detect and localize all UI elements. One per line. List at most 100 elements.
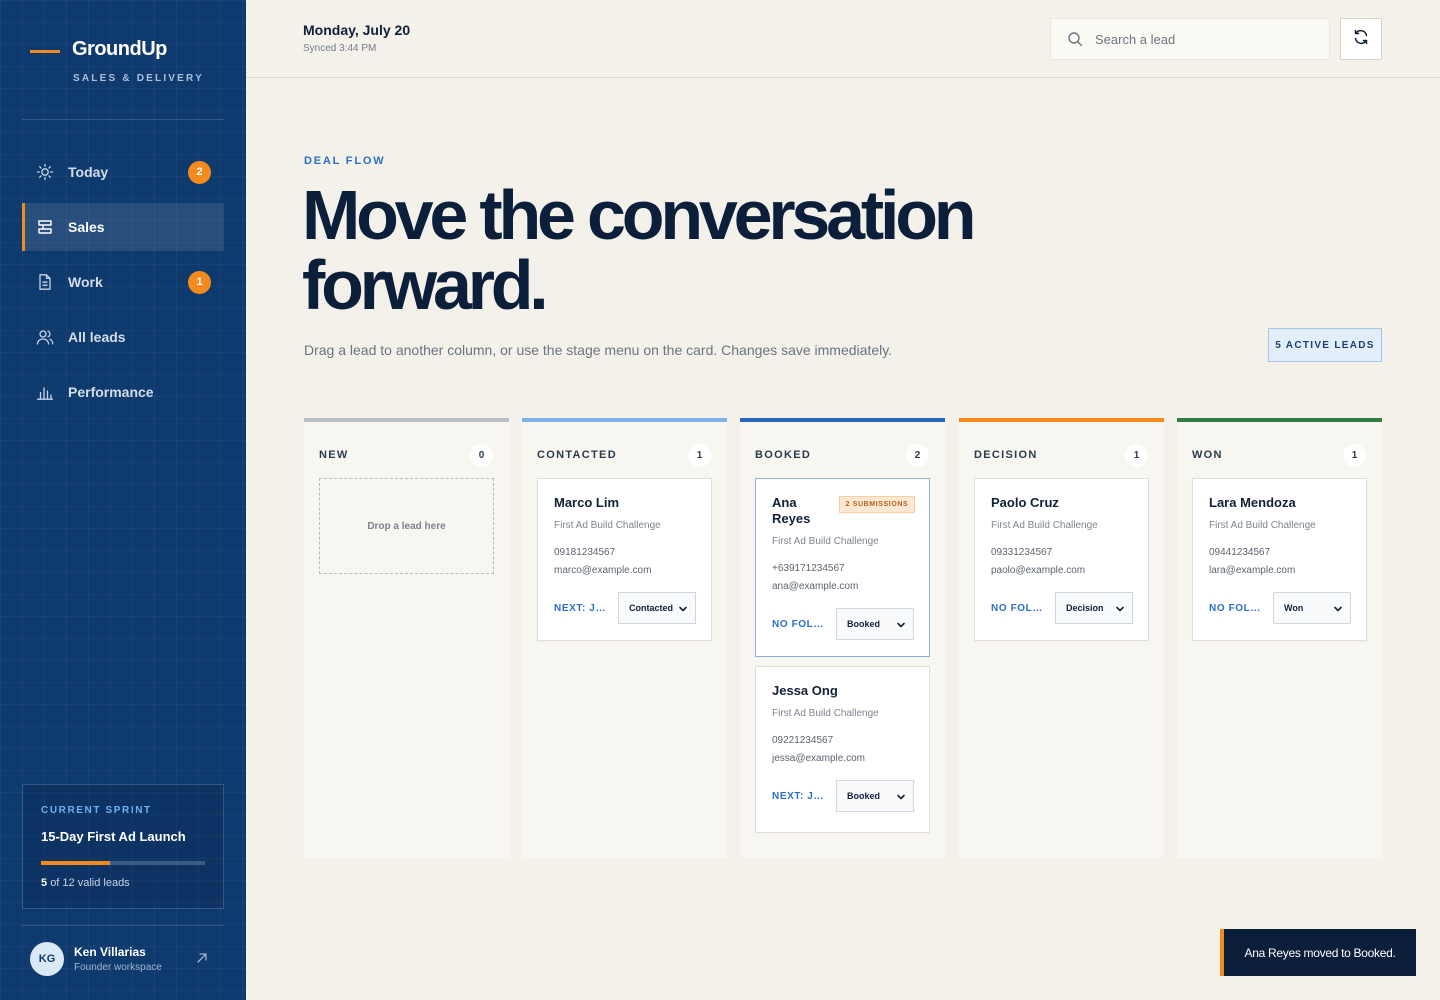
stage-select-value: Booked bbox=[847, 791, 881, 801]
column-booked: BOOKED 2 Ana Reyes 2 SUBMISSIONS First A… bbox=[740, 418, 945, 858]
sidebar-item-sales[interactable]: Sales bbox=[22, 203, 224, 251]
lead-email: lara@example.com bbox=[1209, 565, 1296, 576]
active-leads-badge: 5 ACTIVE LEADS bbox=[1268, 328, 1382, 362]
lead-email: ana@example.com bbox=[772, 581, 859, 592]
stage-select[interactable]: Booked bbox=[836, 608, 914, 640]
document-icon bbox=[36, 273, 54, 291]
lead-phone: +639171234567 bbox=[772, 563, 845, 574]
sidebar-item-work[interactable]: Work 1 bbox=[22, 258, 224, 306]
brand-name: GroundUp bbox=[72, 38, 167, 60]
sprint-progress-fill bbox=[41, 861, 110, 865]
top-bar: Monday, July 20 Synced 3:44 PM bbox=[246, 0, 1440, 78]
lead-card[interactable]: Jessa Ong First Ad Build Challenge 09221… bbox=[755, 666, 930, 833]
column-count: 2 bbox=[906, 444, 929, 467]
pipeline-icon bbox=[36, 218, 54, 236]
lead-program: First Ad Build Challenge bbox=[1209, 520, 1316, 531]
next-followup-link[interactable]: NO FOLLO... bbox=[772, 619, 830, 630]
chevron-down-icon bbox=[1116, 606, 1124, 612]
column-title: BOOKED bbox=[755, 449, 812, 461]
page-title: Move the conversation forward. bbox=[302, 176, 977, 324]
user-name: Ken Villarias bbox=[74, 945, 146, 959]
lead-program: First Ad Build Challenge bbox=[772, 536, 879, 547]
lead-phone: 09441234567 bbox=[1209, 547, 1271, 558]
sidebar-item-today[interactable]: Today 2 bbox=[22, 148, 224, 196]
brand-subtitle: SALES & DELIVERY bbox=[73, 73, 204, 84]
lead-program: First Ad Build Challenge bbox=[772, 708, 879, 719]
next-followup-link[interactable]: NEXT: JU... bbox=[772, 791, 830, 802]
lead-card[interactable]: Paolo Cruz First Ad Build Challenge 0933… bbox=[974, 478, 1149, 641]
sprint-title: 15-Day First Ad Launch bbox=[41, 829, 186, 844]
stage-select-value: Won bbox=[1284, 603, 1304, 613]
column-count: 1 bbox=[1125, 444, 1148, 467]
notification-badge: 2 bbox=[188, 160, 211, 184]
lead-program: First Ad Build Challenge bbox=[554, 520, 661, 531]
chevron-down-icon bbox=[897, 622, 905, 628]
sidebar-item-all-leads[interactable]: All leads bbox=[22, 313, 224, 361]
sidebar-item-label: Today bbox=[68, 164, 109, 180]
brand-accent-bar bbox=[30, 50, 60, 53]
page-description: Drag a lead to another column, or use th… bbox=[304, 342, 893, 358]
user-role: Founder workspace bbox=[74, 962, 162, 973]
lead-phone: 09181234567 bbox=[554, 547, 616, 558]
search-input[interactable] bbox=[1095, 19, 1315, 59]
chevron-down-icon bbox=[1334, 606, 1342, 612]
lead-email: jessa@example.com bbox=[772, 753, 865, 764]
lead-email: marco@example.com bbox=[554, 565, 652, 576]
sidebar-item-label: All leads bbox=[68, 329, 126, 345]
sidebar-item-performance[interactable]: Performance bbox=[22, 368, 224, 416]
toast-message: Ana Reyes moved to Booked. bbox=[1244, 945, 1396, 960]
lead-phone: 09221234567 bbox=[772, 735, 834, 746]
sync-status: Synced 3:44 PM bbox=[303, 43, 377, 54]
sprint-count-current: 5 bbox=[41, 877, 48, 889]
stage-select[interactable]: Contacted bbox=[618, 592, 696, 624]
next-followup-link[interactable]: NEXT: JU... bbox=[554, 603, 612, 614]
lead-card[interactable]: Marco Lim First Ad Build Challenge 09181… bbox=[537, 478, 712, 641]
column-title: WON bbox=[1192, 449, 1223, 461]
sun-icon bbox=[36, 163, 54, 181]
avatar[interactable]: KG bbox=[30, 942, 64, 976]
notification-badge: 1 bbox=[188, 270, 211, 294]
sprint-progress-bar bbox=[41, 861, 205, 865]
stage-select-value: Booked bbox=[847, 619, 881, 629]
column-count: 1 bbox=[688, 444, 711, 467]
sidebar-divider bbox=[22, 119, 224, 120]
lead-name: Marco Lim bbox=[554, 495, 620, 510]
next-followup-link[interactable]: NO FOLLO... bbox=[1209, 603, 1267, 614]
external-link-icon[interactable] bbox=[194, 950, 210, 966]
stage-select-value: Contacted bbox=[629, 603, 674, 613]
chevron-down-icon bbox=[897, 794, 905, 800]
stage-select[interactable]: Won bbox=[1273, 592, 1351, 624]
lead-name: Ana Reyes bbox=[772, 495, 811, 526]
search-box bbox=[1050, 18, 1330, 60]
stage-select[interactable]: Decision bbox=[1055, 592, 1133, 624]
stage-select[interactable]: Booked bbox=[836, 780, 914, 812]
refresh-icon bbox=[1352, 28, 1370, 51]
sidebar-divider bbox=[22, 925, 224, 926]
chevron-down-icon bbox=[679, 606, 687, 612]
refresh-button[interactable] bbox=[1340, 18, 1382, 60]
lead-name: Lara Mendoza bbox=[1209, 495, 1296, 510]
sidebar-item-label: Work bbox=[68, 274, 103, 290]
current-sprint-panel: CURRENT SPRINT 15-Day First Ad Launch 5 … bbox=[22, 784, 224, 909]
next-followup-link[interactable]: NO FOLLO... bbox=[991, 603, 1049, 614]
column-count: 1 bbox=[1343, 444, 1366, 467]
column-count: 0 bbox=[470, 444, 493, 467]
column-new: NEW 0 Drop a lead here bbox=[304, 418, 509, 858]
lead-phone: 09331234567 bbox=[991, 547, 1053, 558]
sprint-tag: CURRENT SPRINT bbox=[41, 805, 152, 816]
current-date: Monday, July 20 bbox=[303, 22, 411, 38]
stage-select-value: Decision bbox=[1066, 603, 1104, 613]
lead-card[interactable]: Lara Mendoza First Ad Build Challenge 09… bbox=[1192, 478, 1367, 641]
drop-zone[interactable]: Drop a lead here bbox=[319, 478, 494, 574]
column-decision: DECISION 1 Paolo Cruz First Ad Build Cha… bbox=[959, 418, 1164, 858]
toast-notification: Ana Reyes moved to Booked. bbox=[1220, 929, 1416, 976]
submissions-badge: 2 SUBMISSIONS bbox=[839, 496, 915, 513]
lead-card[interactable]: Ana Reyes 2 SUBMISSIONS First Ad Build C… bbox=[755, 478, 930, 657]
lead-name: Paolo Cruz bbox=[991, 495, 1059, 510]
search-icon bbox=[1067, 31, 1083, 47]
section-eyebrow: DEAL FLOW bbox=[304, 155, 386, 167]
sprint-count-suffix: of 12 valid leads bbox=[50, 877, 130, 889]
column-title: CONTACTED bbox=[537, 449, 617, 461]
sidebar-item-label: Performance bbox=[68, 384, 154, 400]
lead-email: paolo@example.com bbox=[991, 565, 1086, 576]
